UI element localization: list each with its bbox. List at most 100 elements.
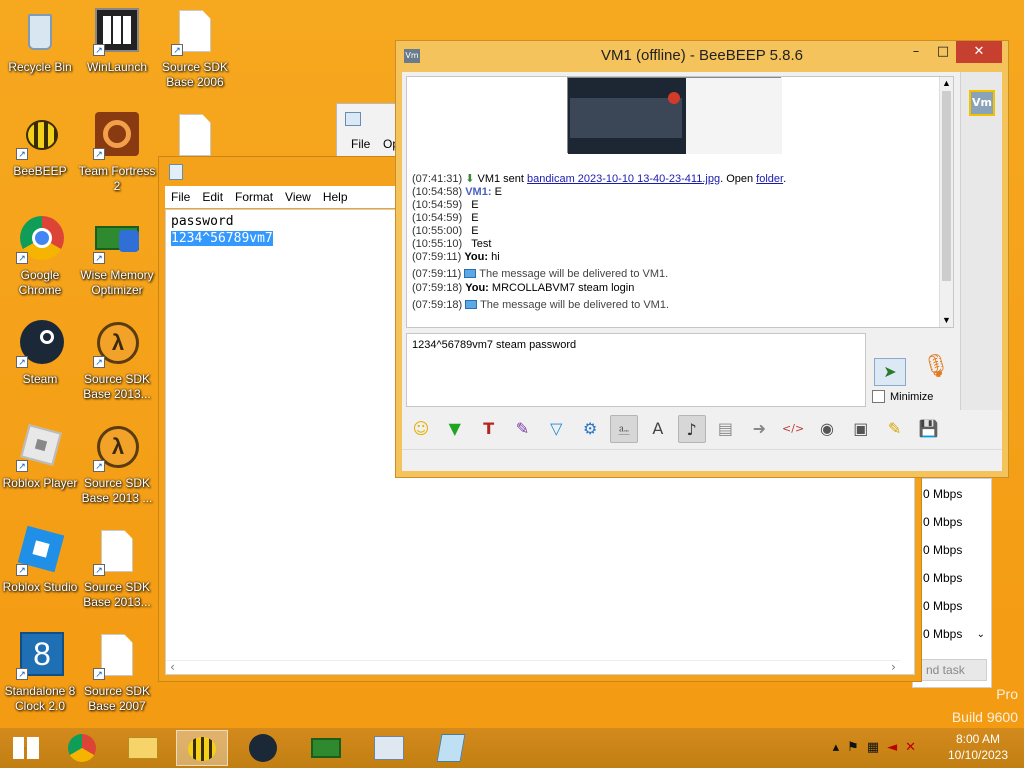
menu-help[interactable]: Help [317, 186, 354, 204]
minimize-window-button[interactable]: – [902, 41, 930, 63]
user-avatar[interactable]: Vm [969, 90, 995, 116]
taskbar-beebeep[interactable] [176, 730, 228, 766]
minimize-checkbox-row[interactable]: Minimize [872, 390, 933, 403]
end-task-label: nd task [926, 663, 965, 677]
notes-icon[interactable]: ✎ [881, 415, 909, 443]
code-icon[interactable]: </> [779, 415, 807, 443]
scroll-up-icon[interactable]: ▲ [942, 77, 951, 90]
green-download-icon[interactable]: ▼ [441, 415, 469, 443]
maximize-window-button[interactable]: □ [930, 41, 956, 63]
menu-file[interactable]: File [165, 186, 196, 204]
close-window-button[interactable]: ✕ [956, 41, 1002, 63]
clock-date: 10/10/2023 [947, 748, 1009, 762]
desktop-icon-team-fortress-2[interactable]: ↗ Team Fortress 2 [77, 112, 157, 194]
color-palette-icon[interactable]: ✎ [508, 415, 536, 443]
start-button[interactable] [0, 730, 52, 766]
send-button[interactable]: ➤ [874, 358, 906, 386]
horizontal-scrollbar[interactable]: ‹ › [166, 660, 900, 674]
menu-edit[interactable]: Edit [196, 186, 229, 204]
desktop-icon-roblox-studio[interactable]: ↗ Roblox Studio [0, 525, 80, 595]
desktop-icon-label: BeeBEEP [13, 164, 67, 178]
desktop-icon-label: Wise Memory Optimizer [80, 268, 154, 297]
scroll-right-icon[interactable]: › [890, 659, 897, 676]
taskbar: ▴⚑▦◄✕ 8:00 AM 10/10/2023 [0, 728, 1024, 768]
file-icon: ↗ [93, 632, 141, 680]
desktop-icon-wise-memory-optimizer[interactable]: ↗ Wise Memory Optimizer [77, 216, 157, 298]
desktop-icon-source-sdk-2013-c[interactable]: ↗ Source SDK Base 2013... [77, 528, 157, 610]
taskbar-wise-memory[interactable] [300, 730, 352, 766]
recycle-bin-icon [16, 8, 64, 56]
menu-view[interactable]: View [279, 186, 317, 204]
desktop-icon-source-sdk-2013-b[interactable]: λ ↗ Source SDK Base 2013 ... [77, 424, 157, 506]
task-manager-window[interactable]: 0 Mbps 0 Mbps 0 Mbps 0 Mbps 0 Mbps 0 Mbp… [912, 478, 992, 688]
desktop-icon-standalone-clock[interactable]: 8 ↗ Standalone 8 Clock 2.0 [0, 632, 80, 714]
volume-muted-icon[interactable]: ◄✕ [887, 740, 924, 755]
desktop-icon-source-sdk-2006[interactable]: ↗ Source SDK Base 2006 [155, 8, 235, 90]
desktop-icon-label: Steam [22, 372, 58, 386]
chat-message: (07:59:18) You: MRCOLLABVM7 steam login [412, 282, 634, 295]
desktop-icon-steam[interactable]: ↗ Steam [0, 320, 80, 387]
desktop-icon-winlaunch[interactable]: ↗ WinLaunch [77, 8, 157, 75]
desktop-icon-recycle-bin[interactable]: Recycle Bin [0, 8, 80, 75]
file-icon [171, 112, 219, 160]
end-task-button[interactable]: nd task [917, 659, 987, 681]
timestamp: (10:55:00) [412, 225, 463, 237]
shortcut-arrow-icon: ↗ [16, 564, 28, 576]
scroll-down-icon[interactable]: ⌄ [977, 629, 985, 640]
shortcut-arrow-icon: ↗ [93, 356, 105, 368]
chat-history[interactable]: (07:41:31) ⬇ VM1 sent bandicam 2023-10-1… [406, 76, 954, 328]
desktop-icon-beebeep[interactable]: ↗ BeeBEEP [0, 112, 80, 179]
menu-format[interactable]: Format [229, 186, 279, 204]
bee-icon [188, 737, 216, 761]
clock-time: 8:00 AM [955, 732, 1001, 746]
taskbar-file-explorer[interactable] [117, 730, 169, 766]
taskbar-steam[interactable] [237, 730, 289, 766]
timestamp: (10:54:59) [412, 199, 463, 211]
file-link[interactable]: bandicam 2023-10-10 13-40-23-411.jpg [527, 173, 720, 185]
timestamp: (10:54:58) [412, 186, 463, 198]
spellcheck-icon[interactable]: A [644, 415, 672, 443]
shortcut-arrow-icon: ↗ [16, 252, 28, 264]
desktop-icon-roblox-player[interactable]: ↗ Roblox Player [0, 424, 80, 491]
microphone-icon[interactable]: 🎙 [922, 354, 950, 386]
message-input[interactable]: 1234^56789vm7 steam password [406, 333, 866, 407]
taskbar-chrome[interactable] [56, 730, 108, 766]
window-icon[interactable]: ▣ [847, 415, 875, 443]
status-bar [402, 449, 1002, 471]
music-note-icon[interactable]: ♪ [677, 415, 706, 443]
font-icon[interactable]: T [475, 415, 503, 443]
action-center-flag-icon[interactable]: ⚑ [847, 740, 867, 755]
shortcut-arrow-icon: ↗ [16, 668, 28, 680]
chat-scrollbar[interactable]: ▲ ▼ [939, 77, 953, 327]
send-file-icon[interactable]: ▤ [711, 415, 739, 443]
folder-link[interactable]: folder [756, 173, 783, 185]
show-hidden-icons-icon[interactable]: ▴ [833, 740, 848, 755]
minimize-checkbox[interactable] [872, 390, 885, 403]
beebeep-window[interactable]: Vm VM1 (offline) - BeeBEEP 5.8.6 – □ ✕ (… [395, 40, 1009, 478]
forward-icon[interactable]: ➜ [745, 415, 773, 443]
taskbar-notepad[interactable] [425, 730, 477, 766]
scroll-left-icon[interactable]: ‹ [169, 659, 176, 676]
taskbar-clock[interactable]: 8:00 AM 10/10/2023 [938, 731, 1018, 763]
desktop-icon-google-chrome[interactable]: ↗ Google Chrome [0, 216, 80, 298]
emoticon-icon[interactable]: ☺ [407, 415, 435, 443]
desktop-icon-label: Source SDK Base 2007 [83, 684, 151, 713]
shortcut-arrow-icon: ↗ [93, 460, 105, 472]
chat-message: (10:54:58) VM1: E [412, 186, 502, 199]
chat-message: (10:55:00) E [412, 225, 479, 238]
file-icon: ↗ [93, 528, 141, 576]
desktop-icon-source-sdk-2007[interactable]: ↗ Source SDK Base 2007 [77, 632, 157, 714]
scroll-down-icon[interactable]: ▼ [942, 314, 951, 327]
inbox-icon[interactable]: ⎁ [609, 415, 638, 443]
image-thumbnail[interactable] [567, 77, 782, 154]
winlaunch-icon: ↗ [93, 8, 141, 56]
scroll-thumb[interactable] [942, 91, 951, 281]
paint-menu-file[interactable]: File [351, 137, 370, 151]
network-icon[interactable]: ▦ [867, 740, 887, 755]
taskbar-task-manager[interactable] [363, 730, 415, 766]
desktop-icon-source-sdk-2013-a[interactable]: λ ↗ Source SDK Base 2013... [77, 320, 157, 402]
filter-icon[interactable]: ▽ [542, 415, 570, 443]
save-icon[interactable]: 💾 [914, 415, 942, 443]
screenshot-icon[interactable]: ◉ [813, 415, 841, 443]
settings-gear-icon[interactable]: ⚙ [576, 415, 604, 443]
